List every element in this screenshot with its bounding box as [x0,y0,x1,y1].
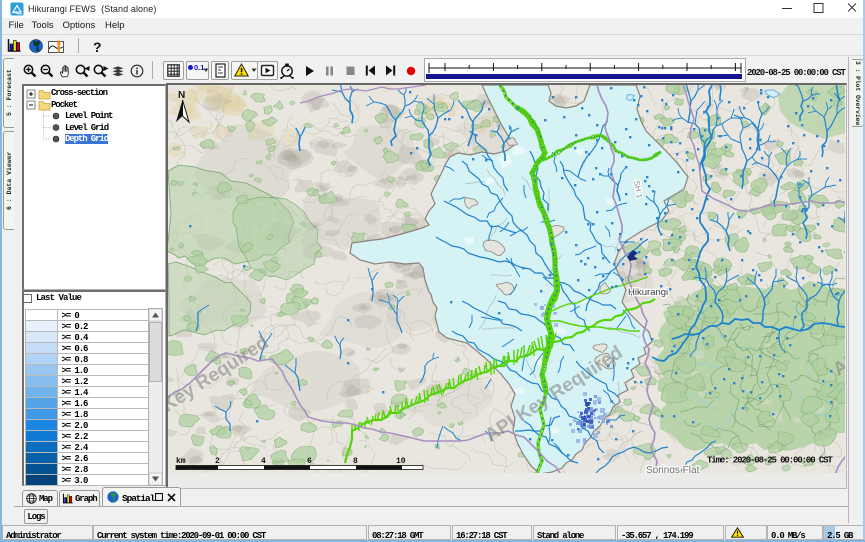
svg-text:Springs Flat: Springs Flat [646,465,700,473]
svg-text:km: km [176,457,186,466]
svg-text:Hikurangi: Hikurangi [628,287,668,298]
svg-text:6: 6 [307,457,312,466]
svg-text:8: 8 [353,457,358,466]
svg-text:2: 2 [215,457,220,466]
svg-text:4: 4 [261,457,266,466]
svg-text:10: 10 [396,457,406,466]
svg-text:N: N [178,90,185,101]
svg-text:Time: 2020-08-25 00:00:00 CST: Time: 2020-08-25 00:00:00 CST [707,456,833,466]
